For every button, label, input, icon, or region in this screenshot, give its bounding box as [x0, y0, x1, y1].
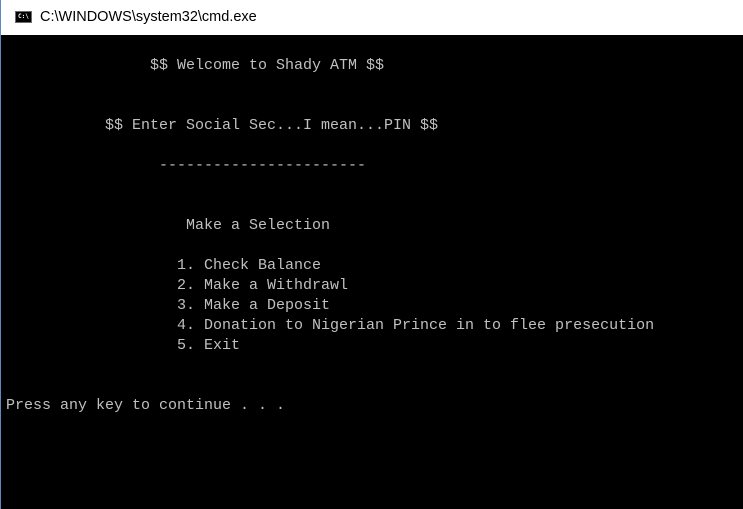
title-bar[interactable]: C:\ C:\WINDOWS\system32\cmd.exe — [1, 0, 743, 35]
menu-item-check-balance: 1. Check Balance — [177, 257, 322, 274]
cmd-prompt-glyph: C:\ — [18, 13, 29, 20]
cmd-icon[interactable]: C:\ — [15, 11, 32, 23]
menu-heading: Make a Selection — [186, 217, 331, 234]
menu-item-donation: 4. Donation to Nigerian Prince in to fle… — [177, 317, 655, 334]
pin-prompt-text: $$ Enter Social Sec...I mean...PIN $$ — [105, 117, 439, 134]
cmd-window: C:\ C:\WINDOWS\system32\cmd.exe $$ Welco… — [0, 0, 743, 509]
continue-prompt: Press any key to continue . . . — [6, 397, 286, 414]
divider-line: ----------------------- — [159, 157, 367, 174]
console-output[interactable]: $$ Welcome to Shady ATM $$ $$ Enter Soci… — [1, 35, 743, 509]
window-title: C:\WINDOWS\system32\cmd.exe — [40, 9, 257, 25]
menu-item-deposit: 3. Make a Deposit — [177, 297, 331, 314]
menu-item-withdrawl: 2. Make a Withdrawl — [177, 277, 349, 294]
menu-item-exit: 5. Exit — [177, 337, 241, 354]
welcome-text: $$ Welcome to Shady ATM $$ — [150, 57, 385, 74]
